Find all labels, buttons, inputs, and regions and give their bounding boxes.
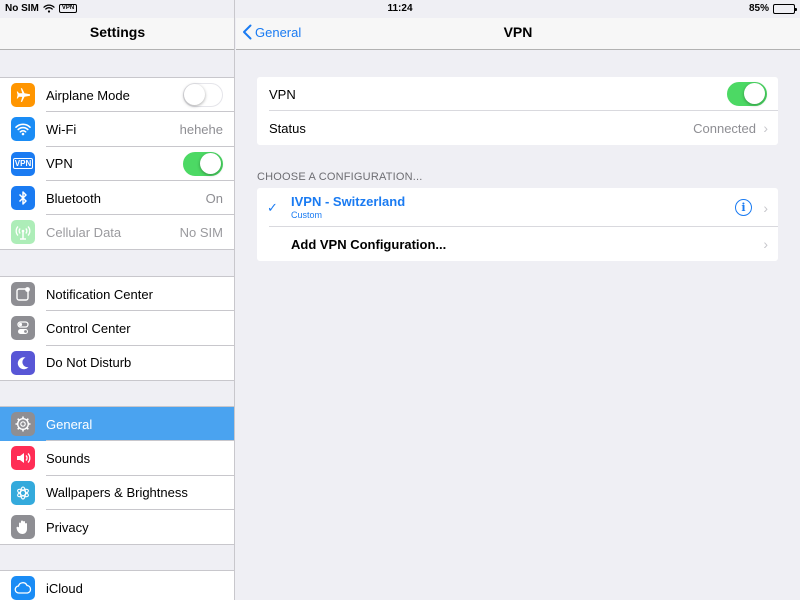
detail-header: General VPN: [236, 18, 800, 50]
sidebar-item-general[interactable]: General: [0, 407, 234, 442]
settings-sidebar: Settings Airplane Mode Wi-Fi hehehe VPN …: [0, 0, 235, 600]
sidebar-item-label: Privacy: [46, 519, 89, 535]
vpn-sidebar-switch[interactable]: [183, 151, 223, 176]
wallpaper-icon: [11, 480, 35, 505]
chevron-right-icon: ›: [763, 120, 768, 136]
page-title: VPN: [503, 24, 533, 40]
bluetooth-icon: [11, 186, 35, 211]
notifications-group: Notification Center Control Center Do No…: [0, 276, 234, 381]
connectivity-group: Airplane Mode Wi-Fi hehehe VPN VPN Bluet…: [0, 77, 234, 251]
section-header: CHOOSE A CONFIGURATION...: [257, 171, 423, 183]
sidebar-item-label: Airplane Mode: [46, 87, 130, 103]
checkmark-icon: ✓: [267, 199, 278, 215]
config-name: IVPN - Switzerland: [291, 194, 406, 209]
config-text: IVPN - Switzerland Custom: [291, 194, 405, 220]
add-config-label: Add VPN Configuration...: [291, 236, 447, 252]
switch-knob: [744, 83, 765, 104]
sidebar-item-sounds[interactable]: Sounds: [0, 441, 234, 476]
airplane-icon: [11, 83, 35, 108]
status-value: Connected: [693, 120, 756, 136]
config-type: Custom: [291, 210, 323, 220]
cloud-icon: [11, 576, 35, 600]
control-center-icon: [11, 316, 35, 341]
vpn-toggle-row: VPN: [257, 77, 778, 111]
sidebar-item-label: iCloud: [46, 580, 83, 596]
sidebar-item-label: Notification Center: [46, 286, 153, 302]
sidebar-item-bluetooth[interactable]: Bluetooth On: [0, 181, 234, 216]
sidebar-item-label: Sounds: [46, 450, 91, 466]
wifi-icon: [11, 117, 35, 142]
switch-knob: [184, 84, 205, 106]
sidebar-item-cellular-data[interactable]: Cellular Data No SIM: [0, 215, 234, 249]
vpn-status-row[interactable]: Status Connected ›: [257, 111, 778, 145]
cellular-icon: [11, 220, 35, 245]
status-bar: No SIM VPN 11:24 85%: [0, 0, 800, 18]
privacy-hand-icon: [11, 515, 35, 540]
sidebar-item-control-center[interactable]: Control Center: [0, 311, 234, 346]
switch-knob: [200, 152, 221, 174]
sidebar-title: Settings: [89, 24, 146, 40]
vpn-icon-text: VPN: [12, 158, 34, 170]
battery-icon: [773, 3, 797, 14]
sidebar-item-do-not-disturb[interactable]: Do Not Disturb: [0, 346, 234, 380]
info-icon[interactable]: i: [735, 199, 752, 216]
sound-icon: [11, 446, 35, 471]
status-bar-right: 85%: [748, 3, 797, 14]
general-group: General Sounds Wallpapers & Brightness P…: [0, 406, 234, 546]
add-vpn-config-row[interactable]: Add VPN Configuration... ›: [257, 227, 778, 261]
clock: 11:24: [387, 3, 413, 14]
wifi-network-value: hehehe: [179, 121, 223, 137]
chevron-right-icon: ›: [763, 236, 768, 252]
config-row-ivpn[interactable]: ✓ IVPN - Switzerland Custom i ›: [257, 188, 778, 227]
notification-center-icon: [11, 282, 35, 307]
sidebar-item-wifi[interactable]: Wi-Fi hehehe: [0, 112, 234, 147]
sidebar-item-label: Wallpapers & Brightness: [46, 485, 188, 501]
vpn-detail-pane: General VPN VPN Status Connected › CHOOS…: [236, 0, 800, 600]
vpn-toggle-label: VPN: [269, 86, 296, 102]
sidebar-header: Settings: [0, 18, 234, 50]
sidebar-item-label: Do Not Disturb: [46, 355, 132, 371]
sidebar-item-wallpapers-brightness[interactable]: Wallpapers & Brightness: [0, 476, 234, 510]
vpn-switch[interactable]: [727, 82, 767, 106]
sidebar-item-label: General: [46, 416, 93, 432]
bluetooth-value: On: [205, 190, 223, 206]
gear-icon: [11, 412, 35, 437]
status-label: Status: [269, 120, 306, 136]
sidebar-item-label: Bluetooth: [46, 190, 101, 206]
sidebar-item-icloud[interactable]: iCloud: [0, 571, 234, 600]
battery-percentage: 85%: [748, 3, 769, 14]
sidebar-item-label: VPN: [46, 156, 73, 172]
sidebar-item-notification-center[interactable]: Notification Center: [0, 277, 234, 312]
sidebar-item-vpn[interactable]: VPN VPN: [0, 147, 234, 181]
sidebar-item-label: Control Center: [46, 320, 131, 336]
sidebar-item-privacy[interactable]: Privacy: [0, 510, 234, 544]
chevron-right-icon: ›: [763, 199, 768, 216]
vpn-icon: VPN: [11, 151, 35, 176]
sidebar-item-airplane-mode[interactable]: Airplane Mode: [0, 78, 234, 113]
moon-icon: [11, 350, 35, 375]
sidebar-item-label: Cellular Data: [46, 224, 122, 240]
icloud-group: iCloud: [0, 570, 234, 600]
cellular-value: No SIM: [179, 224, 223, 240]
vpn-status-card: VPN Status Connected ›: [257, 77, 778, 145]
sidebar-item-label: Wi-Fi: [46, 121, 77, 137]
airplane-mode-switch[interactable]: [183, 83, 223, 108]
configuration-card: ✓ IVPN - Switzerland Custom i › Add VPN …: [257, 188, 778, 261]
